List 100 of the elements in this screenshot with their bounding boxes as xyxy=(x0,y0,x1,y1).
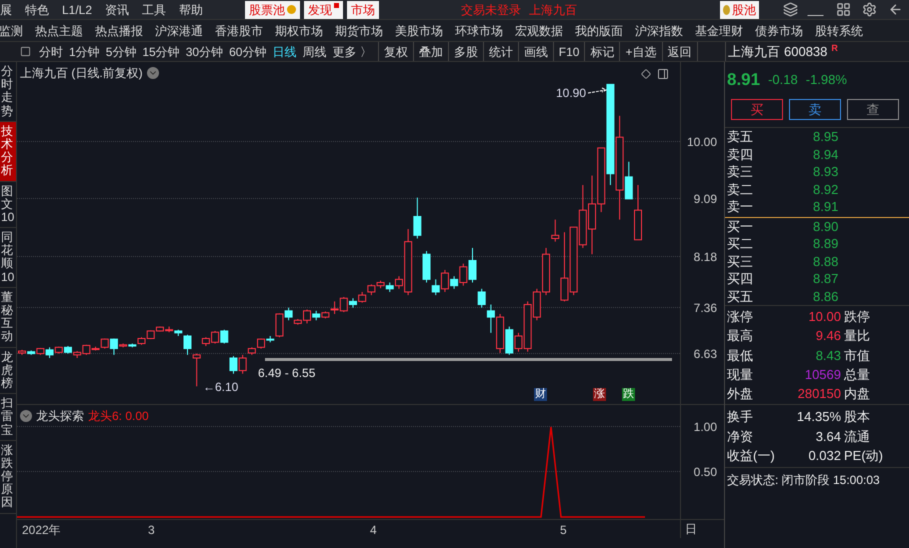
order-price: 8.92 xyxy=(813,180,838,198)
nav-item[interactable]: 期权市场 xyxy=(275,22,323,40)
stat-value: 280150 xyxy=(796,385,841,404)
stat-value: 10.00 xyxy=(807,308,841,326)
nav-item[interactable]: 基金理财 xyxy=(695,22,743,40)
toolbar-button[interactable]: 复权 xyxy=(378,42,414,61)
stat-label: 市值 xyxy=(844,346,870,364)
axis-label: 10.00 xyxy=(686,134,717,151)
stat-value: 8.43 xyxy=(814,346,841,364)
order-level-label: 卖二 xyxy=(727,180,754,198)
trade-button[interactable]: 买 xyxy=(731,99,783,120)
nav-item[interactable]: 宏观数据 xyxy=(515,22,563,40)
nav-item[interactable]: 期货市场 xyxy=(335,22,383,40)
stat-label: 跌停 xyxy=(844,308,870,326)
period-tab[interactable]: 5分钟 xyxy=(106,42,136,60)
top-tab[interactable]: 股票池 xyxy=(245,0,300,18)
period-tab[interactable]: 分时 xyxy=(39,42,63,60)
event-marker[interactable]: 跌 xyxy=(622,388,635,401)
period-tab[interactable]: 1分钟 xyxy=(69,42,100,60)
stock-code: 600838 xyxy=(784,42,828,61)
toolbar-button[interactable]: 统计 xyxy=(484,42,519,61)
order-price: 8.88 xyxy=(813,252,838,270)
date-axis-label: 5 xyxy=(560,522,567,539)
order-level-label: 卖三 xyxy=(727,163,754,181)
toolbar-button[interactable]: 返回 xyxy=(662,42,698,61)
event-marker[interactable]: 涨 xyxy=(593,388,606,401)
axis-label: 9.09 xyxy=(694,191,717,208)
stat-label: 最低 xyxy=(727,346,754,364)
toolbar-button[interactable]: 标记 xyxy=(585,42,620,61)
stat-value: 10569 xyxy=(804,366,841,384)
vertical-tab[interactable]: 技术分析 xyxy=(0,122,16,182)
order-level-label: 卖四 xyxy=(727,146,754,164)
price-change: -0.18 xyxy=(768,71,798,90)
period-unit-label: 日 xyxy=(680,520,697,538)
period-tab[interactable]: 30分钟 xyxy=(186,42,224,60)
vertical-tab[interactable]: 龙虎榜 xyxy=(0,348,16,394)
menu-item[interactable]: 工具 xyxy=(142,0,166,18)
period-tab[interactable]: 日线 xyxy=(272,42,296,60)
toolbar-button[interactable]: 多股 xyxy=(448,42,484,61)
stat-label: 涨停 xyxy=(727,308,754,326)
toolbar-button[interactable]: 叠加 xyxy=(414,42,449,61)
panel-toggle-icon[interactable] xyxy=(20,46,31,57)
panel-icon[interactable] xyxy=(657,68,669,80)
nav-item[interactable]: 债券市场 xyxy=(755,22,803,40)
top-tab[interactable]: 发现 xyxy=(304,0,343,18)
last-price: 8.91 xyxy=(727,69,760,92)
menu-item[interactable]: 展 xyxy=(0,0,12,18)
nav-item[interactable]: 沪深港通 xyxy=(155,22,203,40)
vertical-tab[interactable]: 董秘互动 xyxy=(0,288,16,348)
menu-item[interactable]: 特色 xyxy=(25,0,49,18)
stat-label: 换手 xyxy=(727,408,754,426)
axis-label: 7.36 xyxy=(694,300,717,317)
nav-item[interactable]: 股转系统 xyxy=(815,22,863,40)
nav-item[interactable]: 沪深指数 xyxy=(635,22,683,40)
settings-icon[interactable] xyxy=(862,2,877,17)
nav-item[interactable]: 我的版面 xyxy=(575,22,623,40)
diamond-icon[interactable] xyxy=(641,69,651,79)
stat-label: 量比 xyxy=(844,327,870,346)
dropdown-icon[interactable] xyxy=(20,410,32,422)
order-price: 8.90 xyxy=(813,218,838,236)
nav-item[interactable]: 热点主题 xyxy=(35,22,83,40)
order-level-label: 卖一 xyxy=(727,198,754,216)
price-range-label: 6.49 - 6.55 xyxy=(258,365,316,382)
nav-item[interactable]: 环球市场 xyxy=(455,22,503,40)
stat-label: 最高 xyxy=(727,327,754,346)
vertical-tab[interactable]: 涨跌停原因 xyxy=(0,440,16,514)
stat-label: 外盘 xyxy=(727,385,754,404)
menu-item[interactable]: 帮助 xyxy=(179,0,204,18)
toolbar-button[interactable]: F10 xyxy=(554,42,586,61)
vertical-tab[interactable]: 图文10 xyxy=(0,182,16,228)
period-tab[interactable]: 更多 〉 xyxy=(332,42,372,60)
period-tab[interactable]: 周线 xyxy=(302,42,326,60)
period-tab[interactable]: 60分钟 xyxy=(229,42,266,60)
trade-status-text: 交易状态: 闭市阶段 15:00:03 xyxy=(725,467,909,490)
trade-button[interactable]: 卖 xyxy=(789,99,841,120)
menu-item[interactable]: L1/L2 xyxy=(62,0,92,18)
order-level-label: 买四 xyxy=(727,270,754,288)
nav-item[interactable]: 香港股市 xyxy=(215,22,263,40)
stat-value: 3.64 xyxy=(814,428,841,446)
stock-name: 上海九百 xyxy=(728,42,780,61)
grid-icon[interactable] xyxy=(836,2,851,17)
menu-item[interactable]: 资讯 xyxy=(105,0,130,18)
layers-icon[interactable] xyxy=(783,2,798,17)
back-icon[interactable] xyxy=(888,2,903,17)
top-tab[interactable]: 市场 xyxy=(347,0,379,18)
toolbar-button[interactable]: 画线 xyxy=(518,42,554,61)
vertical-tab[interactable]: 扫雷宝 xyxy=(0,394,16,441)
axis-label: 8.18 xyxy=(694,249,717,266)
event-marker[interactable]: 财 xyxy=(534,388,547,401)
dropdown-icon[interactable] xyxy=(146,67,159,79)
stock-pool-button[interactable]: 股池 xyxy=(720,0,759,18)
toolbar-button[interactable]: +自选 xyxy=(620,42,662,61)
date-axis-label: 4 xyxy=(370,522,377,539)
trade-button[interactable]: 查 xyxy=(847,99,899,120)
stat-value: 14.35% xyxy=(796,408,841,426)
period-tab[interactable]: 15分钟 xyxy=(142,42,180,60)
vertical-tab[interactable]: 同花顺10 xyxy=(0,228,16,288)
stat-label: 内盘 xyxy=(844,385,870,404)
nav-item[interactable]: 热点播报 xyxy=(95,22,143,40)
nav-item[interactable]: 美股市场 xyxy=(395,22,443,40)
